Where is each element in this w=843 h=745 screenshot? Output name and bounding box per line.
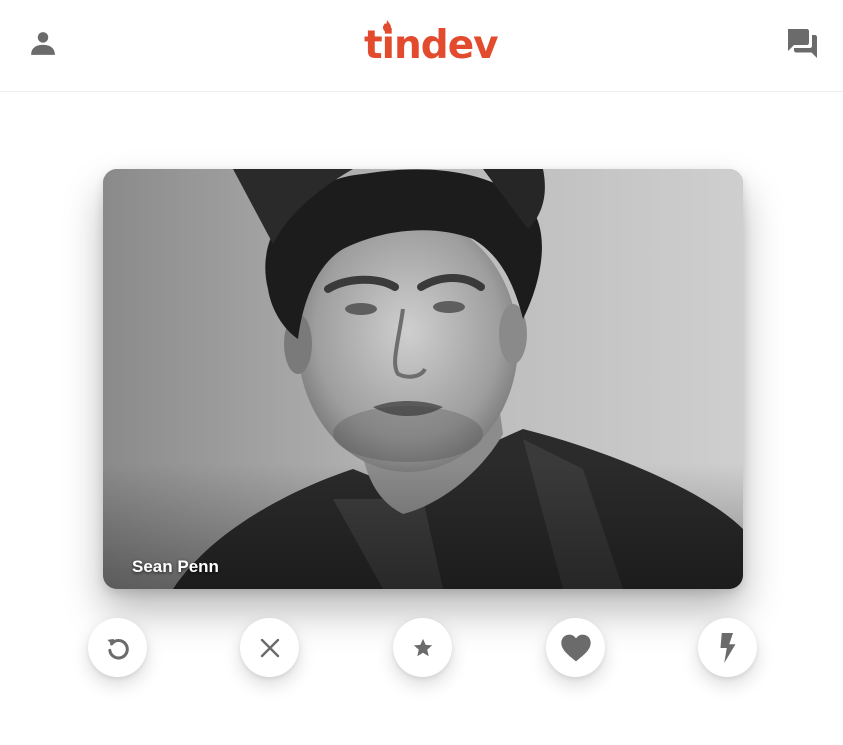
close-icon (260, 638, 279, 657)
heart-icon (560, 634, 591, 661)
undo-icon (107, 638, 129, 659)
top-bar: tindev (0, 0, 843, 92)
boost-button[interactable] (698, 618, 757, 677)
super-like-button[interactable] (393, 618, 452, 677)
person-icon (31, 32, 55, 55)
star-icon (413, 638, 432, 656)
messages-button[interactable] (782, 24, 822, 62)
profile-name: Sean Penn (132, 557, 219, 576)
app: tindev Sean Penn (0, 0, 843, 745)
nope-button[interactable] (240, 618, 299, 677)
like-button[interactable] (546, 618, 605, 677)
profile-photo (103, 169, 743, 589)
chat-bubbles-icon (788, 29, 817, 58)
tindev-logo: tindev (364, 16, 499, 72)
profile-card[interactable]: Sean Penn (103, 169, 743, 589)
flame-icon (383, 20, 391, 32)
bolt-icon (720, 632, 735, 663)
rewind-button[interactable] (88, 618, 147, 677)
profile-button[interactable] (26, 26, 60, 60)
